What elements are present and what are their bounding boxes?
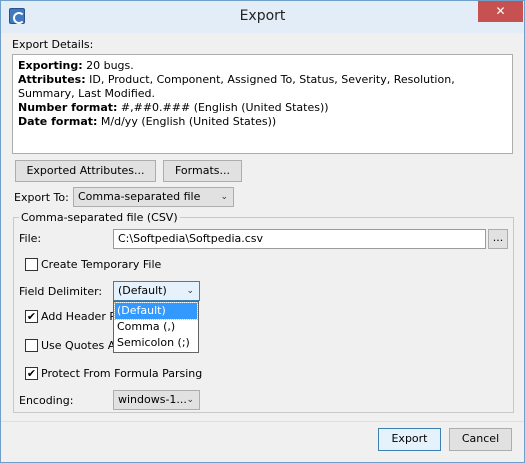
chevron-down-icon: ⌄	[186, 395, 194, 405]
encoding-value: windows-1...	[118, 393, 187, 406]
window-title: Export	[239, 8, 286, 24]
cancel-button[interactable]: Cancel	[449, 428, 512, 451]
protect-formula-checkbox[interactable]: ✔	[25, 367, 38, 380]
encoding-select[interactable]: windows-1... ⌄	[113, 390, 200, 410]
date-format-key: Date format:	[18, 115, 98, 128]
field-delimiter-value: (Default)	[118, 284, 167, 297]
export-details-box: Exporting: 20 bugs. Attributes: ID, Prod…	[12, 54, 513, 154]
field-delimiter-label: Field Delimiter:	[19, 285, 103, 298]
export-dialog: Export ✕ Export Details: Exporting: 20 b…	[0, 0, 525, 463]
export-details-label: Export Details:	[12, 38, 94, 51]
encoding-label: Encoding:	[19, 394, 74, 407]
file-label: File:	[19, 232, 42, 245]
title-bar: Export ✕	[1, 1, 524, 33]
export-to-value: Comma-separated file (CSV)	[78, 190, 201, 203]
add-header-label: Add Header Ro	[41, 310, 124, 323]
date-format-line: Date format: M/d/yy (English (United Sta…	[18, 115, 507, 129]
field-delimiter-select[interactable]: (Default) ⌄	[113, 281, 200, 301]
exported-attributes-button[interactable]: Exported Attributes...	[15, 160, 156, 182]
chevron-down-icon: ⌄	[220, 192, 228, 202]
exporting-value: 20 bugs.	[82, 59, 134, 72]
footer-separator	[1, 421, 524, 422]
create-temp-file-label: Create Temporary File	[41, 258, 162, 271]
number-format-line: Number format: #,##0.### (English (Unite…	[18, 101, 507, 115]
check-icon: ✔	[26, 310, 37, 323]
number-format-key: Number format:	[18, 101, 118, 114]
delimiter-option-default[interactable]: (Default)	[114, 302, 198, 320]
chevron-down-icon: ⌄	[186, 286, 194, 296]
export-button[interactable]: Export	[378, 428, 441, 451]
create-temp-file-checkbox[interactable]	[25, 258, 38, 271]
file-path-input[interactable]: C:\Softpedia\Softpedia.csv	[113, 229, 486, 249]
browse-button[interactable]: ...	[488, 229, 508, 249]
number-format-value: #,##0.### (English (United States))	[117, 101, 329, 114]
check-icon: ✔	[26, 367, 37, 380]
exporting-line: Exporting: 20 bugs.	[18, 59, 507, 73]
delimiter-option-comma[interactable]: Comma (,)	[115, 319, 197, 335]
attributes-key: Attributes:	[18, 73, 86, 86]
export-to-label: Export To:	[14, 191, 69, 204]
exporting-key: Exporting:	[18, 59, 83, 72]
delimiter-option-semicolon[interactable]: Semicolon (;)	[115, 335, 197, 351]
protect-formula-label: Protect From Formula Parsing	[41, 367, 203, 380]
close-button[interactable]: ✕	[478, 1, 523, 22]
csv-group-title: Comma-separated file (CSV)	[19, 211, 180, 224]
use-quotes-checkbox[interactable]	[25, 339, 38, 352]
add-header-checkbox[interactable]: ✔	[25, 310, 38, 323]
field-delimiter-dropdown: (Default) Comma (,) Semicolon (;)	[113, 301, 199, 353]
formats-button[interactable]: Formats...	[163, 160, 242, 182]
attributes-line: Attributes: ID, Product, Component, Assi…	[18, 73, 507, 101]
date-format-value: M/d/yy (English (United States))	[97, 115, 277, 128]
export-to-select[interactable]: Comma-separated file (CSV) ⌄	[73, 187, 234, 207]
